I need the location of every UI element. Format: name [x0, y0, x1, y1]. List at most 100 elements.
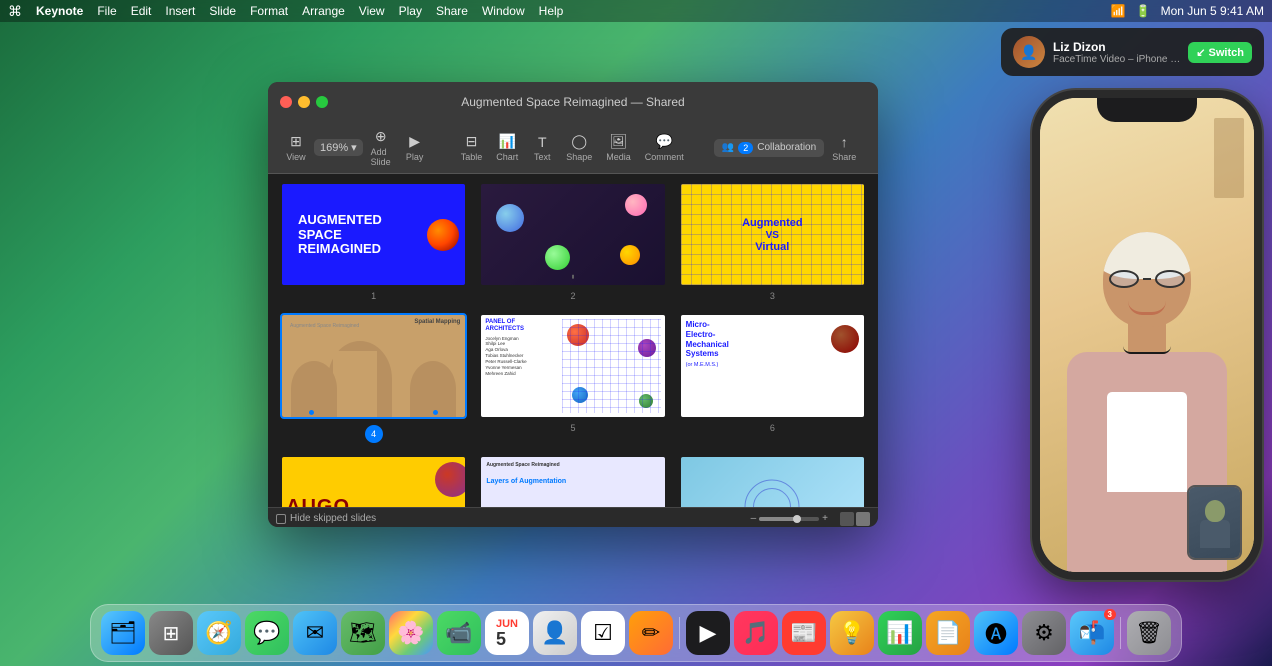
add-slide-button[interactable]: ⊕ Add Slide — [365, 124, 397, 171]
slide-4-arch-left — [291, 361, 337, 417]
dock-icon-pages[interactable]: 📄 — [926, 611, 970, 655]
dock-icon-appletv[interactable]: ▶ — [686, 611, 730, 655]
slide-item-6: Micro-Electro-MechanicalSystems (or M.E.… — [679, 313, 866, 442]
slide-thumb-9[interactable]: SPATIAL AUGMENTED VIRTUAL — [679, 455, 866, 507]
dock-icon-facetime[interactable]: 📹 — [437, 611, 481, 655]
comment-button[interactable]: 💬 Comment — [639, 129, 690, 166]
chart-button[interactable]: 📊 Chart — [490, 129, 524, 166]
battery-icon: 🔋 — [1136, 4, 1151, 18]
menu-format[interactable]: Format — [250, 4, 288, 18]
dock-icon-trash[interactable]: 🗑 — [1127, 611, 1171, 655]
self-view-content — [1189, 487, 1240, 558]
collab-count: 2 — [738, 142, 753, 154]
table-label: Table — [461, 152, 483, 162]
facetime-notification: 👤 Liz Dizon FaceTime Video – iPhone … ↙ … — [1001, 28, 1264, 76]
menu-help[interactable]: Help — [539, 4, 564, 18]
dock-separator-2 — [1120, 617, 1121, 649]
slide-thumb-7[interactable]: AUGO — [280, 455, 467, 507]
table-icon: ⊟ — [466, 133, 478, 150]
dock-icon-maps[interactable]: 🗺 — [341, 611, 385, 655]
dock-icon-numbers[interactable]: 📊 — [878, 611, 922, 655]
slide-thumb-1[interactable]: AUGMENTEDSPACEREIMAGINED — [280, 182, 467, 287]
dock-icon-messages[interactable]: 💬 — [245, 611, 289, 655]
zoom-out-icon[interactable]: – — [751, 513, 757, 524]
view-grid-button[interactable] — [840, 512, 854, 526]
dock-icon-calendar[interactable]: JUN5 — [485, 611, 529, 655]
share-button[interactable]: ↑ Share — [826, 130, 862, 166]
dock-icon-safari[interactable]: 🧭 — [197, 611, 241, 655]
slide-thumb-5[interactable]: PANEL OFARCHITECTS Jocelyn EngmanShilpi … — [479, 313, 666, 418]
dock-icon-contacts[interactable]: 👤 — [533, 611, 577, 655]
menu-play[interactable]: Play — [399, 4, 422, 18]
media-button[interactable]: 🖼 Media — [600, 129, 637, 166]
reminders-icon: ☑ — [593, 620, 613, 646]
facetime-switch-button[interactable]: ↙ Switch — [1188, 42, 1252, 63]
slide-item-3: Augmented VS Virtual 3 — [679, 182, 866, 301]
text-icon: T — [538, 134, 547, 150]
person-smile — [1128, 301, 1166, 315]
dock-icon-tips[interactable]: 💡 — [830, 611, 874, 655]
add-slide-label: Add Slide — [371, 147, 391, 167]
share-label: Share — [832, 152, 856, 162]
view-label: View — [286, 152, 305, 162]
menu-view[interactable]: View — [359, 4, 385, 18]
dock-icon-mail-badge[interactable]: 📬 3 — [1070, 611, 1114, 655]
dock-icon-finder[interactable]: 🗂 — [101, 611, 145, 655]
apple-menu[interactable]: ⌘ — [8, 3, 22, 20]
menu-window[interactable]: Window — [482, 4, 525, 18]
menu-share[interactable]: Share — [436, 4, 468, 18]
window-titlebar: Augmented Space Reimagined — Shared — [268, 82, 878, 122]
mail-icon: ✉ — [306, 620, 324, 646]
shape-button[interactable]: ◯ Shape — [560, 129, 598, 166]
menubar-time: Mon Jun 5 9:41 AM — [1161, 4, 1264, 18]
menu-arrange[interactable]: Arrange — [302, 4, 345, 18]
slide-thumb-3[interactable]: Augmented VS Virtual — [679, 182, 866, 287]
app-menu-keynote[interactable]: Keynote — [36, 4, 83, 18]
play-button[interactable]: ▶ Play — [399, 129, 431, 166]
window-close-button[interactable] — [280, 96, 292, 108]
dock-icon-mail[interactable]: ✉ — [293, 611, 337, 655]
collab-icon: 👥 — [722, 142, 734, 153]
window-maximize-button[interactable] — [316, 96, 328, 108]
dock-icon-reminders[interactable]: ☑ — [581, 611, 625, 655]
view-button[interactable]: ⊞ View — [280, 129, 312, 166]
zoom-control[interactable]: 169% ▾ — [314, 139, 363, 156]
zoom-in-icon[interactable]: + — [822, 513, 828, 524]
window-minimize-button[interactable] — [298, 96, 310, 108]
view-list-button[interactable] — [856, 512, 870, 526]
menu-insert[interactable]: Insert — [165, 4, 195, 18]
collab-label: Collaboration — [757, 142, 816, 153]
slide-2-sphere3 — [545, 245, 570, 270]
zoom-slider[interactable] — [759, 517, 819, 521]
slide-1-decoration — [427, 219, 459, 251]
dock-icon-settings[interactable]: ⚙ — [1022, 611, 1066, 655]
person-shirt — [1107, 392, 1187, 492]
slide-5-right — [562, 319, 661, 412]
slides-area: AUGMENTEDSPACEREIMAGINED 1 ▮ — [268, 174, 878, 507]
slide-thumb-4[interactable]: Spatial Mapping Augmented Space Reimagin… — [280, 313, 467, 418]
bg-picture-frame — [1214, 118, 1244, 198]
hide-skipped-checkbox[interactable] — [276, 514, 286, 524]
hide-skipped-control[interactable]: Hide skipped slides — [276, 513, 376, 524]
dock-icon-photos[interactable]: 🌸 — [389, 611, 433, 655]
chart-icon: 📊 — [498, 133, 515, 150]
dock-icon-news[interactable]: 📰 — [782, 611, 826, 655]
slide-thumb-8[interactable]: Augmented Space Reimagined Layers of Aug… — [479, 455, 666, 507]
launchpad-icon: ⊞ — [163, 621, 180, 646]
dock: 🗂 ⊞ 🧭 💬 ✉ 🗺 🌸 📹 JUN5 👤 ☑ ✏ ▶ 🎵 📰 💡 — [90, 604, 1182, 662]
dock-icon-freeform[interactable]: ✏ — [629, 611, 673, 655]
dock-icon-launchpad[interactable]: ⊞ — [149, 611, 193, 655]
menu-edit[interactable]: Edit — [131, 4, 152, 18]
dock-icon-music[interactable]: 🎵 — [734, 611, 778, 655]
text-button[interactable]: T Text — [526, 130, 558, 166]
collaboration-button[interactable]: 👥 2 Collaboration — [714, 139, 824, 157]
menu-slide[interactable]: Slide — [209, 4, 236, 18]
facetime-sub-text: FaceTime Video – iPhone … — [1053, 54, 1180, 65]
dock-icon-appstore[interactable]: 🅐 — [974, 611, 1018, 655]
slide-number-1: 1 — [371, 291, 376, 301]
slide-item-1: AUGMENTEDSPACEREIMAGINED 1 — [280, 182, 467, 301]
menu-file[interactable]: File — [97, 4, 116, 18]
slide-thumb-6[interactable]: Micro-Electro-MechanicalSystems (or M.E.… — [679, 313, 866, 418]
table-button[interactable]: ⊟ Table — [455, 129, 489, 166]
slide-thumb-2[interactable]: ▮ — [479, 182, 666, 287]
